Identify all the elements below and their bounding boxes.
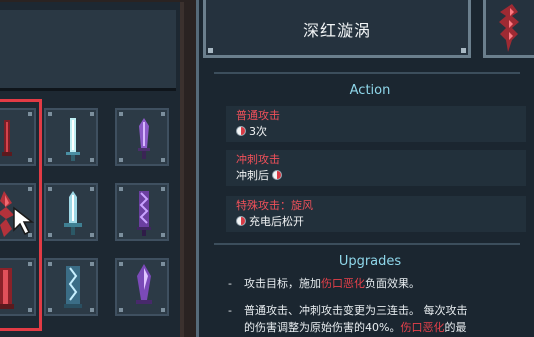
inventory-slot[interactable] xyxy=(115,258,169,316)
upgrade-item: - 攻击目标，施加伤口恶化负面效果。 xyxy=(228,277,420,290)
mouse-click-icon xyxy=(272,170,282,180)
mouse-click-icon xyxy=(236,216,246,226)
purple-dagger-icon xyxy=(138,118,150,159)
inventory-slot[interactable] xyxy=(44,108,98,166)
ice-sword-icon xyxy=(66,118,80,161)
attack-special: 特殊攻击：旋风 充电后松开 xyxy=(226,196,526,232)
attack-label: 普通攻击 xyxy=(236,109,280,122)
bullet: - xyxy=(228,277,232,290)
lightning-sword-icon xyxy=(64,266,82,308)
upgrade-item-continued: 的伤害调整为原始伤害的40%。伤口恶化的最 xyxy=(244,321,467,334)
weapon-icon-box xyxy=(483,0,534,58)
action-heading: Action xyxy=(349,83,391,98)
bullet: - xyxy=(228,304,232,317)
attack-value: 3次 xyxy=(249,125,267,138)
cursor-icon xyxy=(13,206,35,236)
frost-sword-icon xyxy=(64,191,82,235)
inventory-slot[interactable] xyxy=(115,183,169,241)
keyword-wound: 伤口恶化 xyxy=(400,321,445,334)
violet-blade-icon xyxy=(137,191,151,236)
inventory-slot[interactable] xyxy=(115,108,169,166)
divider xyxy=(214,72,520,74)
attack-dash: 冲刺攻击 冲刺后 xyxy=(226,150,526,186)
inventory-header xyxy=(0,10,176,91)
upgrade-item: - 普通攻击、冲刺攻击变更为三连击。 每次攻击 xyxy=(228,304,468,317)
keyword-wound: 伤口恶化 xyxy=(321,277,365,290)
divider xyxy=(214,243,520,245)
amethyst-sword-icon xyxy=(136,264,152,304)
inventory-slot[interactable] xyxy=(44,183,98,241)
crimson-sword-icon xyxy=(499,4,519,52)
weapon-name: 深红漩涡 xyxy=(302,21,371,40)
attack-value: 冲刺后 xyxy=(236,169,269,182)
weapon-title-box: 深红漩涡 xyxy=(203,0,471,58)
attack-label: 特殊攻击：旋风 xyxy=(236,199,313,212)
inventory-slot[interactable] xyxy=(44,258,98,316)
attack-normal: 普通攻击 3次 xyxy=(226,106,526,142)
attack-label: 冲刺攻击 xyxy=(236,153,280,166)
attack-value: 充电后松开 xyxy=(249,215,304,228)
mouse-click-icon xyxy=(236,126,246,136)
upgrades-heading: Upgrades xyxy=(338,254,402,269)
